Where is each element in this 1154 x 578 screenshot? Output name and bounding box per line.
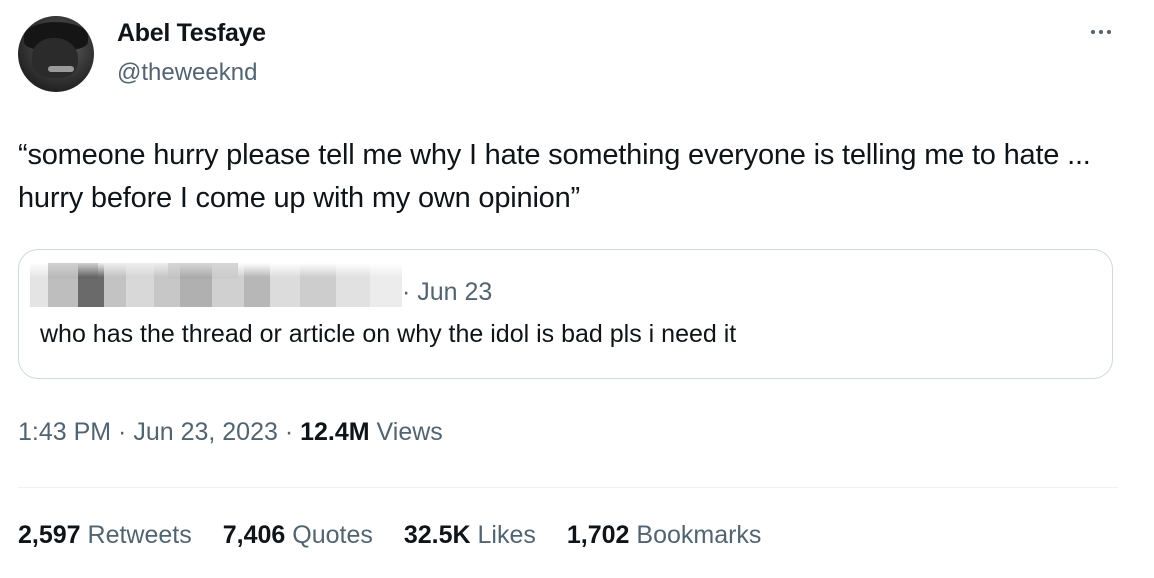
quoted-tweet-text: who has the thread or article on why the… <box>40 320 737 348</box>
timestamp-separator: · <box>277 418 301 446</box>
redacted-author <box>30 263 402 307</box>
views-count: 12.4M <box>300 418 370 446</box>
more-dot <box>1091 30 1095 34</box>
tweet-date[interactable]: Jun 23, 2023 <box>133 418 278 446</box>
more-dot <box>1099 30 1103 34</box>
tweet-card: Abel Tesfaye @theweeknd “someone hurry p… <box>0 0 1154 578</box>
retweets-count: 2,597 <box>18 521 81 549</box>
retweets-stat[interactable]: 2,597 Retweets <box>18 521 192 550</box>
retweets-label: Retweets <box>80 521 192 549</box>
divider <box>18 487 1118 488</box>
bookmarks-stat[interactable]: 1,702 Bookmarks <box>567 521 762 550</box>
more-dot <box>1107 30 1111 34</box>
more-horizontal-icon[interactable] <box>1084 22 1118 42</box>
avatar-face <box>32 38 78 78</box>
bookmarks-count: 1,702 <box>566 521 630 549</box>
user-handle[interactable]: @theweeknd <box>117 59 257 87</box>
display-name[interactable]: Abel Tesfaye <box>117 19 266 48</box>
views-label: Views <box>369 418 443 446</box>
quoted-tweet-date: · Jun 23 <box>402 278 493 306</box>
tweet-timestamp: 1:43 PM · Jun 23, 2023 · 12.4M Views <box>18 418 443 447</box>
tweet-time[interactable]: 1:43 PM <box>18 418 111 446</box>
likes-stat[interactable]: 32.5K Likes <box>404 521 536 550</box>
avatar[interactable] <box>18 16 94 92</box>
timestamp-separator: · <box>111 418 134 446</box>
quotes-stat[interactable]: 7,406 Quotes <box>223 521 373 550</box>
quotes-label: Quotes <box>285 521 373 549</box>
likes-label: Likes <box>470 521 536 549</box>
bookmarks-label: Bookmarks <box>629 521 762 549</box>
tweet-text: “someone hurry please tell me why I hate… <box>18 139 1091 214</box>
avatar-mouth <box>48 66 74 72</box>
likes-count: 32.5K <box>403 521 471 549</box>
engagement-stats: 2,597 Retweets 7,406 Quotes 32.5K Likes … <box>18 521 792 550</box>
quotes-count: 7,406 <box>222 521 286 549</box>
